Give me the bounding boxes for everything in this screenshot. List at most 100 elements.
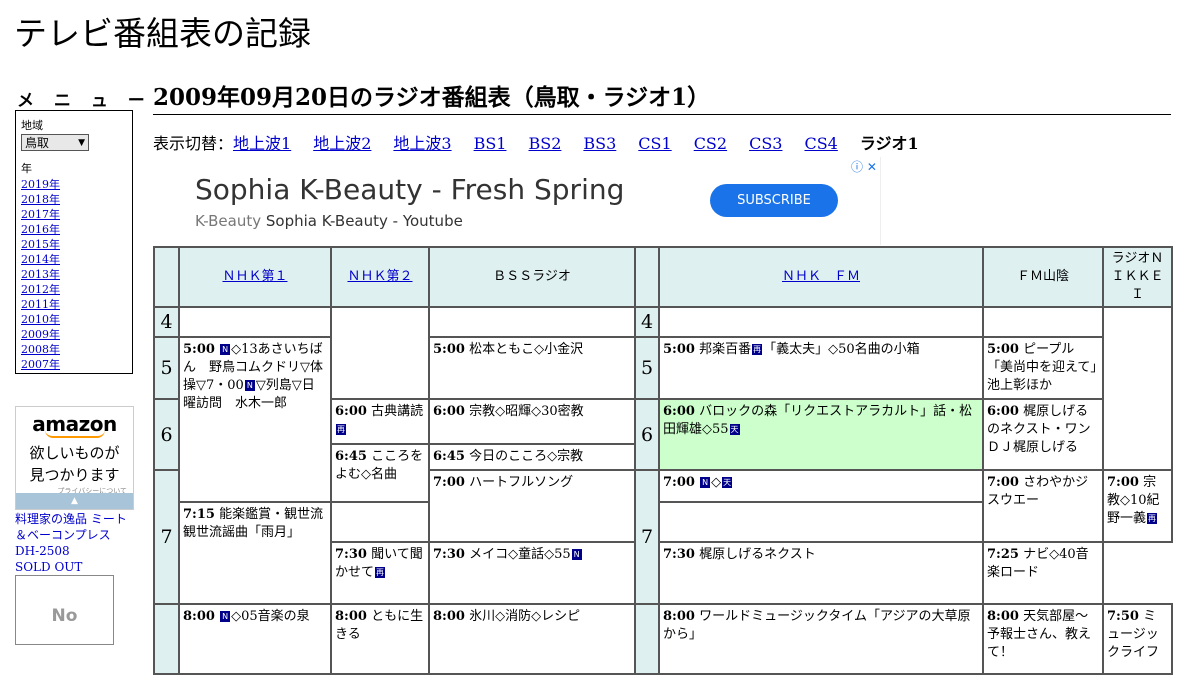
hour-label: 5 [634,336,660,400]
year-link-2010[interactable]: 2010年 [21,312,127,327]
product-link: 料理家の逸品 ミート ＆ベーコンプレス DH-2508 SOLD OUT [15,511,140,575]
program-time: 7:30 [335,547,367,562]
program-cell: 8:00 氷川◇消防◇レシピ [428,603,636,675]
page-heading: 2009年09月20日のラジオ番組表（鳥取・ラジオ1） [153,84,1171,115]
product-name-line1[interactable]: 料理家の逸品 ミート [15,512,127,526]
program-time: 8:00 [183,609,215,624]
program-cell: 7:25 ナビ◇40音楽ロード [982,541,1104,605]
year-link-2011[interactable]: 2011年 [21,297,127,312]
year-link-2018[interactable]: 2018年 [21,192,127,207]
program-cell: 6:00 古典講読再 [330,398,430,445]
program-time: 8:00 [663,609,695,624]
program-title: メイコ◇童話◇55 [469,547,571,562]
program-time: 5:00 [987,342,1019,357]
year-link-2016[interactable]: 2016年 [21,222,127,237]
program-title: 氷川◇消防◇レシピ [469,609,581,624]
program-cell: 8:00 ともに生きる [330,603,430,675]
subscribe-button[interactable]: SUBSCRIBE [710,184,838,217]
corner-cell [153,246,180,308]
amazon-ad[interactable]: amazon 欲しいものが 見つかります プライバシーについて ▲ [15,406,134,510]
stereo-icon: 天 [729,424,740,435]
year-link-2007[interactable]: 2007年 [21,357,127,372]
ad-choices-icon[interactable]: ⓘ ✕ [851,158,877,175]
station-header-bss: ＢＳＳラジオ [428,246,636,308]
station-header-nhkfm: ＮＨＫ ＦＭ [658,246,984,308]
year-link-2015[interactable]: 2015年 [21,237,127,252]
program-time: 8:00 [987,609,1019,624]
chevron-down-icon: ▼ [78,137,85,148]
year-link-2008[interactable]: 2008年 [21,342,127,357]
switch-link-bs1[interactable]: BS1 [474,134,507,153]
station-link-nhkfm[interactable]: ＮＨＫ ＦＭ [782,269,860,284]
news-icon: N [700,477,711,488]
program-title: 「義太夫」◇50名曲の小箱 [763,342,920,357]
switch-link-terrestrial2[interactable]: 地上波2 [313,134,371,153]
program-time: 6:00 [433,404,465,419]
program-cell: 6:00 宗教◇昭輝◇30密教 [428,398,636,445]
program-cell: 8:00 ワールドミュージックタイム「アジアの大草原から」 [658,603,984,675]
switch-link-terrestrial3[interactable]: 地上波3 [393,134,451,153]
program-time: 7:00 [1107,475,1139,490]
program-time: 5:00 [433,342,465,357]
ad-subtitle: K-Beauty Sophia K-Beauty - Youtube [195,212,463,230]
year-link-2009[interactable]: 2009年 [21,327,127,342]
program-cell: 7:00 ハートフルソング [428,469,636,543]
program-cell: 7:00 N ◇ 天 [658,469,984,503]
switch-link-cs1[interactable]: CS1 [638,134,671,153]
year-link-2017[interactable]: 2017年 [21,207,127,222]
program-title: 今日のこころ◇宗教 [469,449,584,464]
program-time: 7:25 [987,547,1019,562]
product-name-line2[interactable]: ＆ベーコンプレス [15,528,111,542]
switch-link-cs2[interactable]: CS2 [694,134,727,153]
program-cell-empty [428,306,636,338]
program-cell: 7:30 メイコ◇童話◇55 N [428,541,636,605]
program-cell: 7:30 梶原しげるネクスト [658,541,984,605]
program-cell-empty [178,306,332,338]
switch-link-terrestrial1[interactable]: 地上波1 [233,134,291,153]
rebroadcast-icon: 再 [336,424,346,435]
program-cell: 7:00 宗教◇10紀野一義再 [1102,469,1173,543]
hour-label [634,603,660,675]
ad-sub-text: Sophia K-Beauty - Youtube [265,212,463,230]
year-link-2012[interactable]: 2012年 [21,282,127,297]
program-title: 宗教◇昭輝◇30密教 [469,404,584,419]
station-link-nhk2[interactable]: ＮＨＫ第２ [347,269,412,284]
ad-title[interactable]: Sophia K-Beauty - Fresh Spring [195,173,624,206]
product-model[interactable]: DH-2508 [15,544,70,558]
program-time: 6:00 [663,404,695,419]
switcher-label: 表示切替： [153,134,234,153]
ad-banner[interactable]: ⓘ ✕ Sophia K-Beauty - Fresh Spring K-Bea… [154,157,881,245]
program-cell: 5:00 N ◇13あさいちばん 野鳥コムクドリ▽体操▽7・00 N ▽列島▽日曜訪問… [178,336,332,503]
news-icon: N [244,380,255,391]
program-cell: 6:45 今日のこころ◇宗教 [428,443,636,471]
corner-cell-2 [634,246,660,308]
hour-label: 7 [153,469,180,605]
amazon-logo: amazon [32,412,117,436]
switch-link-bs2[interactable]: BS2 [528,134,561,153]
program-cell-empty [982,306,1104,338]
region-select[interactable]: 鳥取 ▼ [21,134,89,151]
year-link-2013[interactable]: 2013年 [21,267,127,282]
program-time: 6:00 [335,404,367,419]
product-status[interactable]: SOLD OUT [15,560,82,574]
amazon-tagline-2: 見つかります [29,466,120,484]
program-time: 7:15 [183,507,215,522]
chevron-up-icon[interactable]: ▲ [16,493,133,509]
program-cell: 5:00 ピープル「美尚中を迎えて」池上彰ほか [982,336,1104,400]
program-time: 7:00 [987,475,1019,490]
program-title: 梶原しげるネクスト [699,547,816,562]
switch-link-bs3[interactable]: BS3 [583,134,616,153]
program-time: 7:00 [663,475,695,490]
program-cell-empty [1102,306,1173,471]
hour-label: 6 [153,398,180,471]
region-label: 地域 [21,119,43,132]
switch-link-cs3[interactable]: CS3 [749,134,782,153]
switch-link-cs4[interactable]: CS4 [804,134,837,153]
program-title: ◇ [711,475,722,490]
hour-label: 4 [634,306,660,338]
program-cell: 5:00 松本ともこ◇小金沢 [428,336,636,400]
station-link-nhk1[interactable]: ＮＨＫ第１ [222,269,287,284]
year-link-2014[interactable]: 2014年 [21,252,127,267]
year-link-2019[interactable]: 2019年 [21,177,127,192]
program-cell: 7:00 さわやかジスウエー [982,469,1104,543]
